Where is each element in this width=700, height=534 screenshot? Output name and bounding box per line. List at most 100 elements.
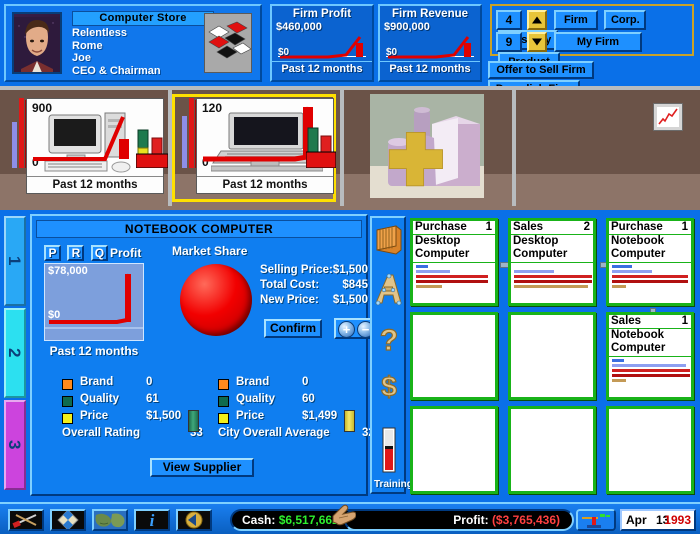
city-grid-map-icon[interactable] xyxy=(50,509,86,531)
stat-row-brand-city: Brand 0 xyxy=(218,376,378,393)
floor-tab-1[interactable]: 1 xyxy=(4,216,26,306)
svg-text:i: i xyxy=(150,511,155,529)
date-month: Apr xyxy=(626,513,647,527)
floor-tab-3[interactable]: 3 xyxy=(4,400,26,490)
date-display[interactable]: Apr 13 1993 xyxy=(620,509,696,531)
training-meter[interactable]: Training xyxy=(374,426,413,492)
ceo-details: Relentless Rome Joe CEO & Chairman xyxy=(72,27,161,77)
product-detail-title: NOTEBOOK COMPUTER xyxy=(36,220,362,238)
floor-tab-2[interactable]: 2 xyxy=(4,308,26,398)
dept-header-2: Sales 2 xyxy=(511,221,593,235)
scope-button-firm[interactable]: Firm xyxy=(553,10,598,30)
dept-line2-3: Computer xyxy=(611,248,666,260)
slot-1-footer: Past 12 months xyxy=(27,176,163,193)
mode-button-revenue[interactable]: R xyxy=(67,245,85,261)
quality-swatch-city xyxy=(218,396,229,407)
city-average-label: City Overall Average xyxy=(218,427,330,439)
spinner-up-icon[interactable] xyxy=(527,10,548,30)
dept-bars-6 xyxy=(612,359,690,382)
offer-to-sell-firm-button[interactable]: Offer to Sell Firm xyxy=(488,61,594,79)
date-year: 1993 xyxy=(664,513,691,527)
world-map-icon[interactable] xyxy=(92,509,128,531)
build-tools-icon[interactable] xyxy=(8,509,44,531)
dept-header-6: Sales 1 xyxy=(609,315,691,329)
mode-button-quantity[interactable]: Q xyxy=(90,245,108,261)
cash-label: Cash: xyxy=(242,513,276,527)
department-empty-7[interactable] xyxy=(410,406,498,494)
department-empty-9[interactable] xyxy=(606,406,694,494)
dept-line1-3: Notebook xyxy=(611,235,665,247)
dept-type-6: Sales xyxy=(611,315,642,327)
profit-chart-zero: $0 xyxy=(48,309,61,321)
stat-row-brand-mine: Brand 0 xyxy=(62,376,222,393)
dollar-sign-icon[interactable]: $ xyxy=(374,368,404,406)
spinner-down-icon[interactable] xyxy=(527,32,548,52)
dept-line2-6: Computer xyxy=(611,342,666,354)
ceo-role: CEO & Chairman xyxy=(72,64,161,77)
slot-2-goods-bars xyxy=(306,127,336,168)
tool-palette: ? $ Training xyxy=(370,216,413,494)
brand-value-mine: 0 xyxy=(146,376,153,388)
plus-circle-icon[interactable]: + xyxy=(338,321,355,338)
view-supplier-button[interactable]: View Supplier xyxy=(150,458,254,477)
report-number-1[interactable]: 4 xyxy=(496,10,522,30)
brand-label-city: Brand xyxy=(236,376,270,388)
shelf-slot-notebook[interactable]: 120 0 Past 12 months xyxy=(172,94,336,202)
department-sales-desktop[interactable]: Sales 2 Desktop Computer xyxy=(508,218,596,306)
letter-a-icon[interactable] xyxy=(374,272,404,310)
dept-type-1: Purchase xyxy=(415,221,467,233)
new-price-row: New Price: $1,500 xyxy=(260,294,368,309)
overall-rating-label: Overall Rating xyxy=(62,427,140,439)
info-icon[interactable]: i xyxy=(134,509,170,531)
brand-value-city: 0 xyxy=(302,376,309,388)
product-profit-chart[interactable]: $78,000 $0 xyxy=(44,263,144,341)
department-sales-notebook[interactable]: Sales 1 Notebook Computer xyxy=(606,312,694,400)
dept-count-6: 1 xyxy=(681,315,688,327)
department-purchase-notebook[interactable]: Purchase 1 Notebook Computer xyxy=(606,218,694,306)
scope-button-corp[interactable]: Corp. xyxy=(604,10,647,30)
dept-line1-2: Desktop xyxy=(513,235,559,247)
dept-line1-6: Notebook xyxy=(611,329,665,341)
report-row-1: 4 Firm Corp. This City xyxy=(496,10,692,50)
department-purchase-desktop[interactable]: Purchase 1 Desktop Computer xyxy=(410,218,498,306)
store-title: Computer Store xyxy=(72,11,214,26)
confirm-button[interactable]: Confirm xyxy=(264,319,322,338)
price-rows: Selling Price: $1,500 Total Cost: $845 N… xyxy=(260,264,368,309)
dept-type-2: Sales xyxy=(513,221,544,233)
selling-price-row: Selling Price: $1,500 xyxy=(260,264,368,279)
firm-profit-title: Firm Profit xyxy=(292,8,352,20)
scope-button-my-firm[interactable]: My Firm xyxy=(553,32,642,52)
construction-site-icon[interactable] xyxy=(576,509,616,531)
firm-revenue-footer: Past 12 months xyxy=(380,61,480,75)
market-share-pie xyxy=(180,264,252,336)
report-number-2[interactable]: 9 xyxy=(496,32,522,52)
mode-button-profit[interactable]: P xyxy=(44,245,61,261)
department-empty-5[interactable] xyxy=(508,312,596,400)
firm-revenue-chart[interactable]: Firm Revenue $900,000 $0 Past 12 months xyxy=(378,4,482,82)
dept-count-2: 2 xyxy=(583,221,590,233)
dept-line2-1: Computer xyxy=(415,248,470,260)
total-cost-row: Total Cost: $845 xyxy=(260,279,368,294)
selling-price-label: Selling Price: xyxy=(260,264,333,276)
shelf-slot-desktop[interactable]: 900 0 Past 12 months xyxy=(4,94,168,202)
new-price-value: $1,500 xyxy=(332,294,368,306)
rating-bar-mine xyxy=(188,410,199,432)
ceo-info-panel[interactable]: Computer Store Relentless Rome Joe CEO &… xyxy=(4,4,262,82)
product-detail-panel: NOTEBOOK COMPUTER P R Q Profit Market Sh… xyxy=(30,214,376,496)
department-empty-8[interactable] xyxy=(508,406,596,494)
books-shelf-icon[interactable] xyxy=(374,222,404,260)
selling-price-value: $1,500 xyxy=(332,264,368,276)
department-empty-4[interactable] xyxy=(410,312,498,400)
shelf-slot-generic[interactable] xyxy=(346,94,510,202)
firm-profit-value: $460,000 xyxy=(276,21,322,33)
shelf-slot-empty[interactable] xyxy=(518,94,696,202)
firm-profit-plot: $0 xyxy=(276,33,368,61)
dept-bars-3 xyxy=(612,265,688,288)
framed-chart-picture-icon xyxy=(654,104,682,130)
question-mark-icon[interactable]: ? xyxy=(374,322,404,360)
firm-profit-chart[interactable]: Firm Profit $460,000 $0 Past 12 months xyxy=(270,4,374,82)
rating-bar-city xyxy=(344,410,355,432)
profit-display: Profit: ($3,765,436) xyxy=(344,509,574,531)
main-area: 1 2 3 NOTEBOOK COMPUTER P R Q Profit Mar… xyxy=(0,210,700,526)
back-arrow-icon[interactable] xyxy=(176,509,212,531)
